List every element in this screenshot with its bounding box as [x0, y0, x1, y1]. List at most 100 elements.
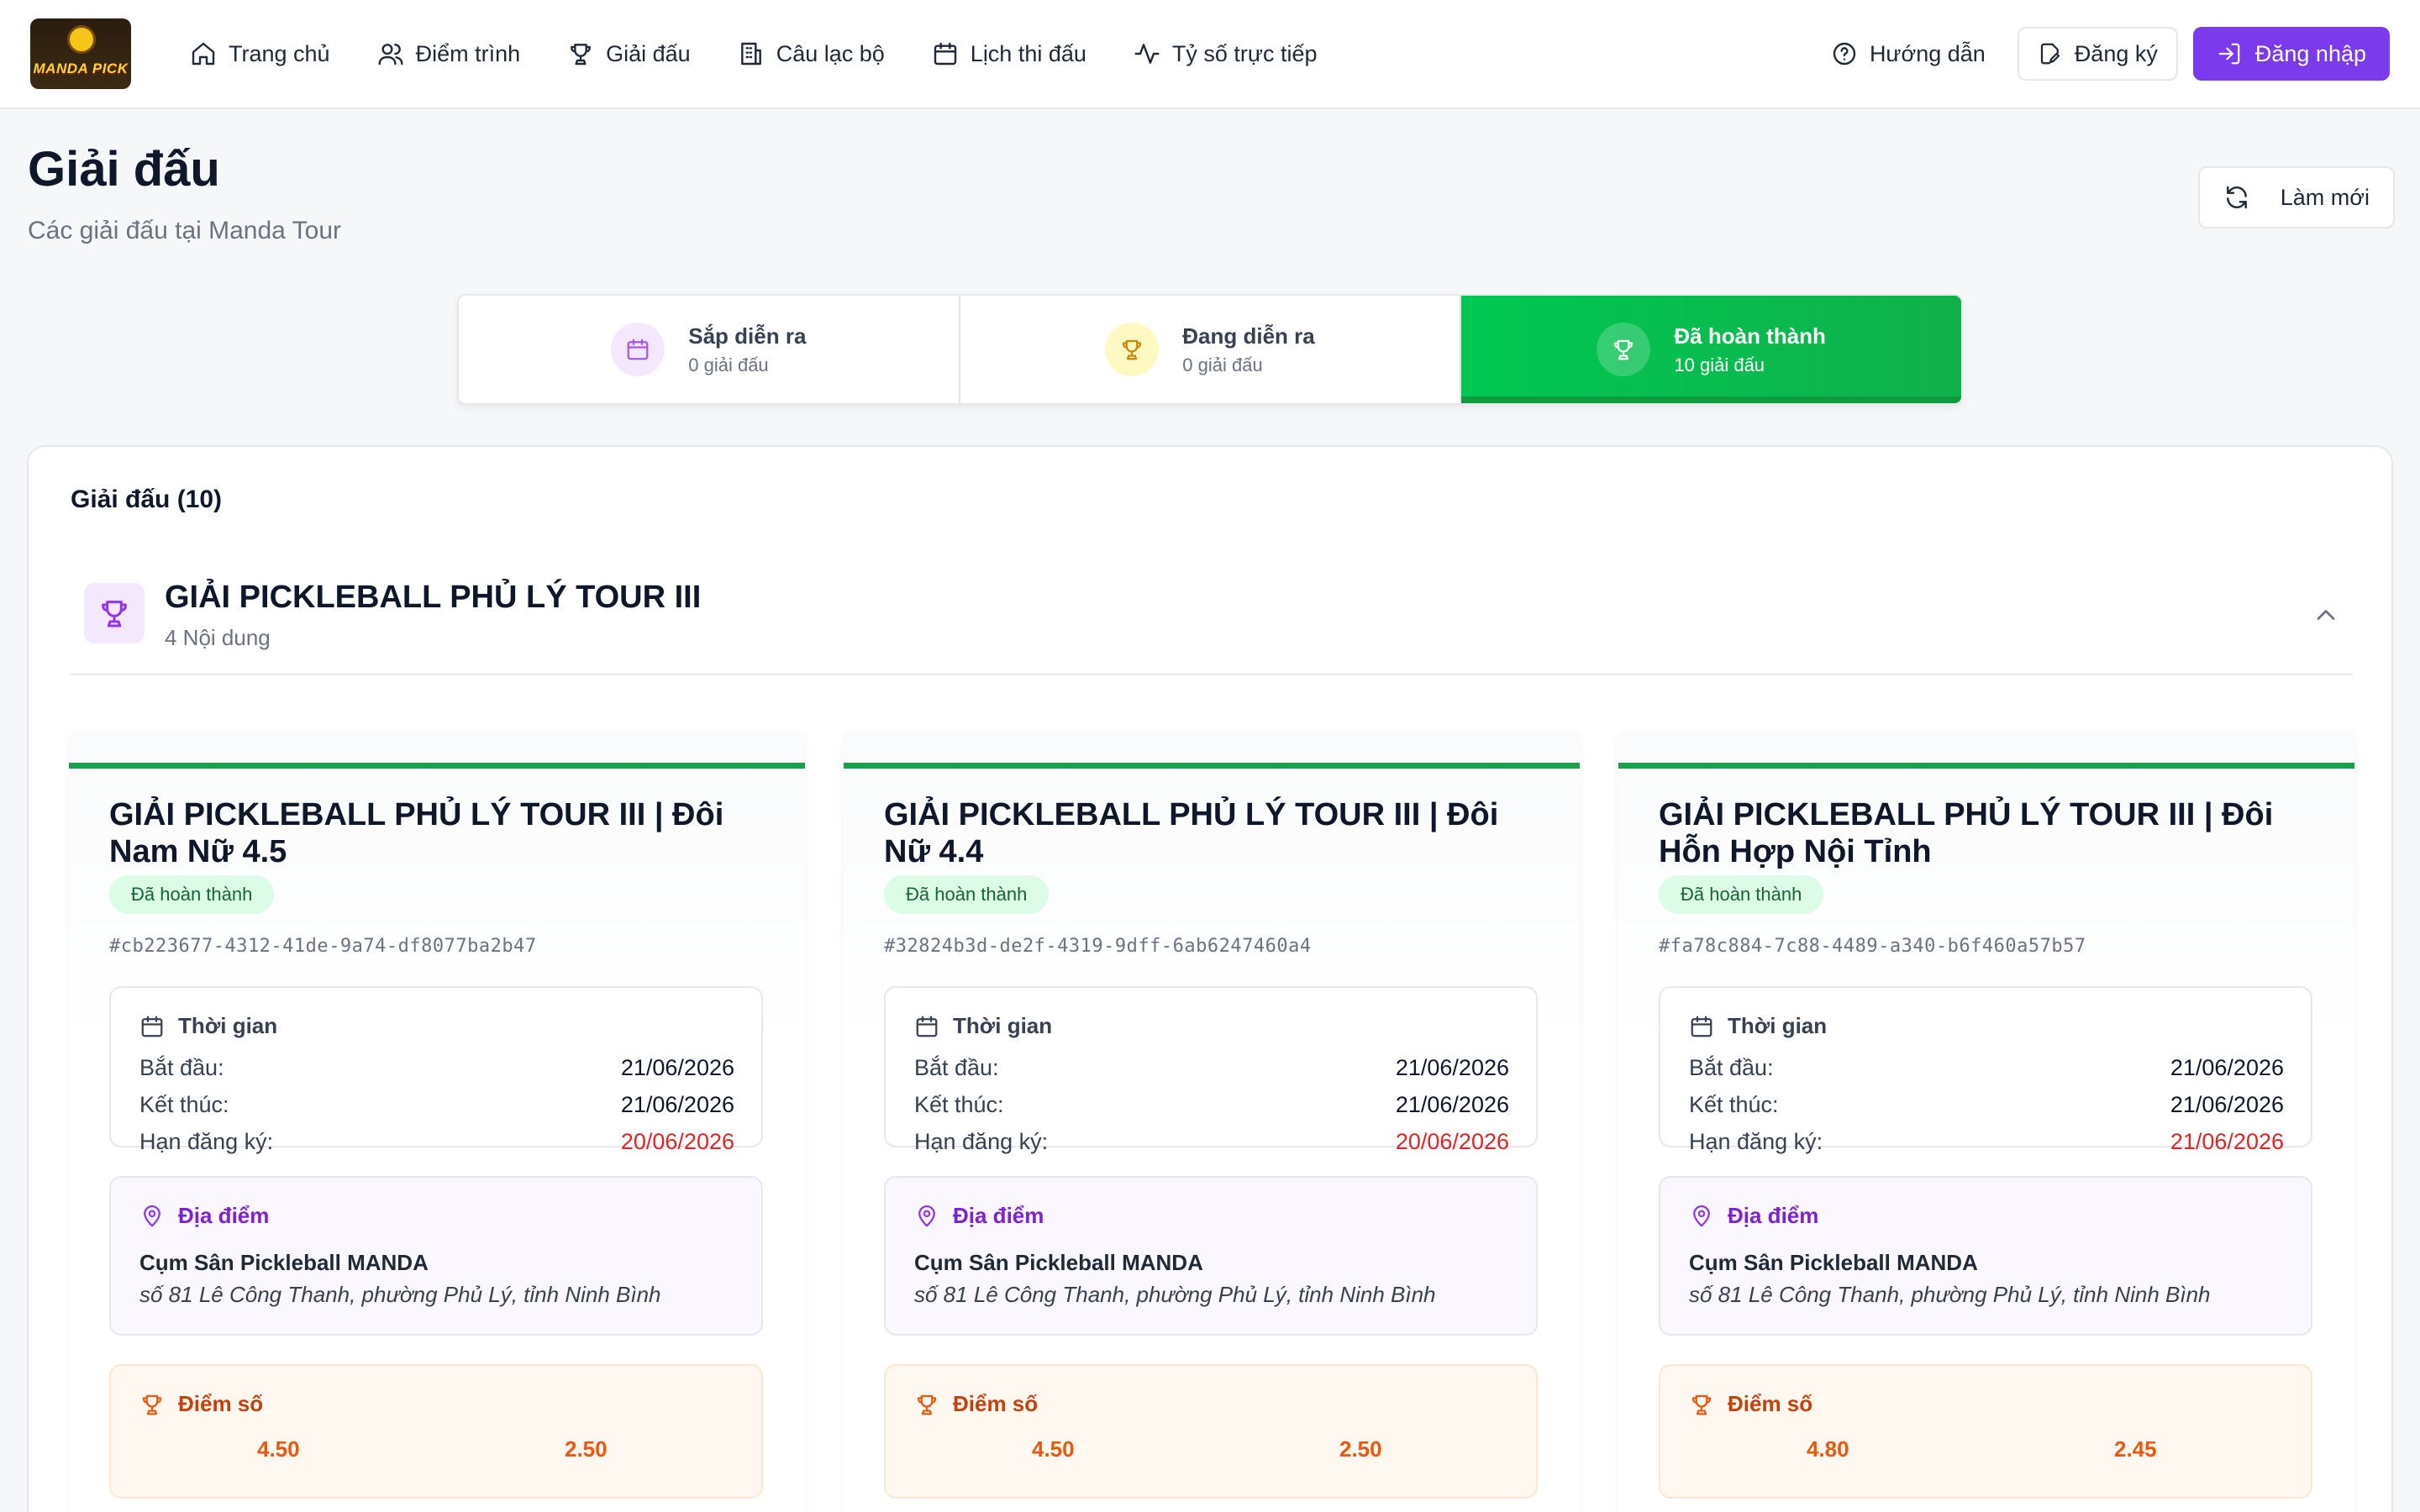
- calendar-icon: [141, 1016, 163, 1037]
- location-section: Địa điểm Cụm Sân Pickleball MANDA số 81 …: [1659, 1176, 2312, 1336]
- group-name: GIẢI PICKLEBALL PHỦ LÝ TOUR III: [165, 580, 702, 615]
- tournament-group-header[interactable]: GIẢI PICKLEBALL PHỦ LÝ TOUR III 4 Nội du…: [71, 566, 2353, 675]
- deadline-row: Hạn đăng ký: 21/06/2026: [1689, 1129, 2284, 1155]
- deadline-label: Hạn đăng ký:: [914, 1129, 1049, 1154]
- calendar-icon: [1691, 1016, 1712, 1037]
- score-label: Điểm số: [178, 1391, 264, 1416]
- register-label: Đăng ký: [2074, 40, 2158, 66]
- start-date: 21/06/2026: [1395, 1055, 1509, 1080]
- tournament-card[interactable]: GIẢI PICKLEBALL PHỦ LÝ TOUR III | Đôi Nữ…: [844, 732, 1580, 1512]
- trophy-icon: [917, 1394, 937, 1415]
- location-section: Địa điểm Cụm Sân Pickleball MANDA số 81 …: [884, 1176, 1538, 1336]
- activity-icon: [1134, 44, 1160, 64]
- card-title: GIẢI PICKLEBALL PHỦ LÝ TOUR III | Đôi Nữ…: [884, 797, 1499, 869]
- score-label: Điểm số: [953, 1391, 1039, 1416]
- tab-icon-circle: [1105, 323, 1160, 376]
- end-row: Kết thúc: 21/06/2026: [914, 1092, 1509, 1118]
- deadline-date: 21/06/2026: [2170, 1129, 2284, 1154]
- building-icon: [740, 42, 761, 66]
- deadline-row: Hạn đăng ký: 20/06/2026: [914, 1129, 1509, 1155]
- end-label: Kết thúc:: [914, 1092, 1004, 1117]
- map-pin-icon: [918, 1205, 935, 1226]
- login-icon: [2218, 43, 2240, 65]
- tab-count: 10 giải đấu: [1674, 354, 1765, 375]
- location-label: Địa điểm: [178, 1203, 270, 1228]
- nav-item-label: Điểm trình: [415, 40, 521, 66]
- refresh-button[interactable]: Làm mới: [2197, 166, 2395, 228]
- card-top-bar: [1618, 763, 2354, 769]
- group-subtitle: 4 Nội dung: [165, 625, 271, 650]
- panel-title: Giải đấu (10): [71, 486, 223, 513]
- page-subtitle: Các giải đấu tại Manda Tour: [28, 217, 342, 244]
- login-button[interactable]: Đăng nhập: [2192, 27, 2390, 81]
- location-header: Địa điểm: [139, 1203, 269, 1229]
- time-section: Thời gian Bắt đầu: 21/06/2026 Kết thúc: 21…: [109, 986, 763, 1154]
- score-value-a: 4.80: [1807, 1436, 1849, 1462]
- calendar-icon: [916, 1016, 938, 1037]
- time-section: Thời gian Bắt đầu: 21/06/2026 Kết thúc: 21…: [884, 986, 1538, 1154]
- tab-ongoing[interactable]: Đang diễn ra 0 giải đấu: [960, 296, 1462, 403]
- tab-count: 0 giải đấu: [1182, 354, 1263, 375]
- status-tabs: Sắp diễn ra 0 giải đấu Đang diễn ra 0 gi…: [457, 294, 1963, 405]
- nav-menu: Trang chủ Điểm trình Giải đấu Câu lạc bộ…: [173, 29, 1334, 79]
- group-icon-box: [84, 583, 145, 643]
- nav-item-ranking[interactable]: Điểm trình: [360, 29, 538, 79]
- tournament-card[interactable]: GIẢI PICKLEBALL PHỦ LÝ TOUR III | Đôi Hỗ…: [1618, 732, 2354, 1512]
- score-header: Điểm số: [914, 1391, 1038, 1417]
- tab-completed[interactable]: Đã hoàn thành 10 giải đấu: [1461, 296, 1961, 403]
- home-icon: [192, 42, 215, 66]
- nav-actions: Hướng dẫn Đăng ký Đăng nhập: [1814, 27, 2390, 81]
- end-label: Kết thúc:: [1689, 1092, 1779, 1117]
- nav-item-tournaments[interactable]: Giải đấu: [550, 29, 708, 79]
- tab-icon-circle: [611, 323, 666, 376]
- end-date: 21/06/2026: [620, 1092, 734, 1117]
- tournament-card[interactable]: GIẢI PICKLEBALL PHỦ LÝ TOUR III | Đôi Na…: [69, 732, 805, 1512]
- time-label: Thời gian: [1728, 1013, 1828, 1038]
- tab-upcoming[interactable]: Sắp diễn ra 0 giải đấu: [459, 296, 960, 403]
- map-pin-icon: [1693, 1205, 1710, 1226]
- card-title: GIẢI PICKLEBALL PHỦ LÝ TOUR III | Đôi Hỗ…: [1659, 797, 2274, 869]
- deadline-label: Hạn đăng ký:: [139, 1129, 274, 1154]
- tab-label: Đang diễn ra: [1182, 323, 1315, 349]
- venue-name: Cụm Sân Pickleball MANDA: [139, 1250, 429, 1275]
- tab-label: Sắp diễn ra: [688, 323, 807, 349]
- location-section: Địa điểm Cụm Sân Pickleball MANDA số 81 …: [109, 1176, 763, 1336]
- start-label: Bắt đầu:: [139, 1055, 224, 1080]
- nav-item-live-score[interactable]: Tỷ số trực tiếp: [1117, 29, 1334, 79]
- status-badge: Đã hoàn thành: [109, 875, 275, 914]
- start-row: Bắt đầu: 21/06/2026: [139, 1055, 734, 1081]
- help-button[interactable]: Hướng dẫn: [1814, 29, 2002, 79]
- time-label: Thời gian: [953, 1013, 1053, 1038]
- login-label: Đăng nhập: [2254, 40, 2366, 66]
- venue-name: Cụm Sân Pickleball MANDA: [1689, 1250, 1978, 1275]
- tab-count: 0 giải đấu: [688, 354, 769, 375]
- status-badge: Đã hoàn thành: [1659, 875, 1824, 914]
- score-value-b: 2.45: [2114, 1436, 2157, 1462]
- deadline-row: Hạn đăng ký: 20/06/2026: [139, 1129, 734, 1155]
- score-section: Điểm số 4.50 2.50: [884, 1364, 1538, 1499]
- location-label: Địa điểm: [953, 1203, 1044, 1228]
- start-row: Bắt đầu: 21/06/2026: [1689, 1055, 2284, 1081]
- venue-name: Cụm Sân Pickleball MANDA: [914, 1250, 1203, 1275]
- nav-item-home[interactable]: Trang chủ: [173, 29, 347, 79]
- nav-item-clubs[interactable]: Câu lạc bộ: [721, 29, 902, 79]
- time-label: Thời gian: [178, 1013, 278, 1038]
- deadline-date: 20/06/2026: [1395, 1129, 1509, 1154]
- nav-item-schedule[interactable]: Lịch thi đấu: [915, 29, 1103, 79]
- card-top-bar: [844, 763, 1580, 769]
- chevron-up-icon[interactable]: [2311, 600, 2341, 630]
- nav-item-label: Câu lạc bộ: [776, 40, 885, 66]
- status-badge: Đã hoàn thành: [884, 875, 1050, 914]
- score-header: Điểm số: [139, 1391, 263, 1417]
- score-header: Điểm số: [1689, 1391, 1812, 1417]
- score-label: Điểm số: [1728, 1391, 1813, 1416]
- card-top-bar: [69, 763, 805, 769]
- venue-address: số 81 Lê Công Thanh, phường Phủ Lý, tỉnh…: [914, 1282, 1436, 1307]
- trophy-icon: [1614, 339, 1634, 360]
- register-button[interactable]: Đăng ký: [2017, 27, 2178, 81]
- location-header: Địa điểm: [1689, 1203, 1818, 1229]
- location-header: Địa điểm: [914, 1203, 1044, 1229]
- help-label: Hướng dẫn: [1869, 40, 1986, 66]
- manda-pick-logo[interactable]: MANDA PICK: [30, 18, 131, 89]
- tab-icon-circle: [1597, 323, 1651, 376]
